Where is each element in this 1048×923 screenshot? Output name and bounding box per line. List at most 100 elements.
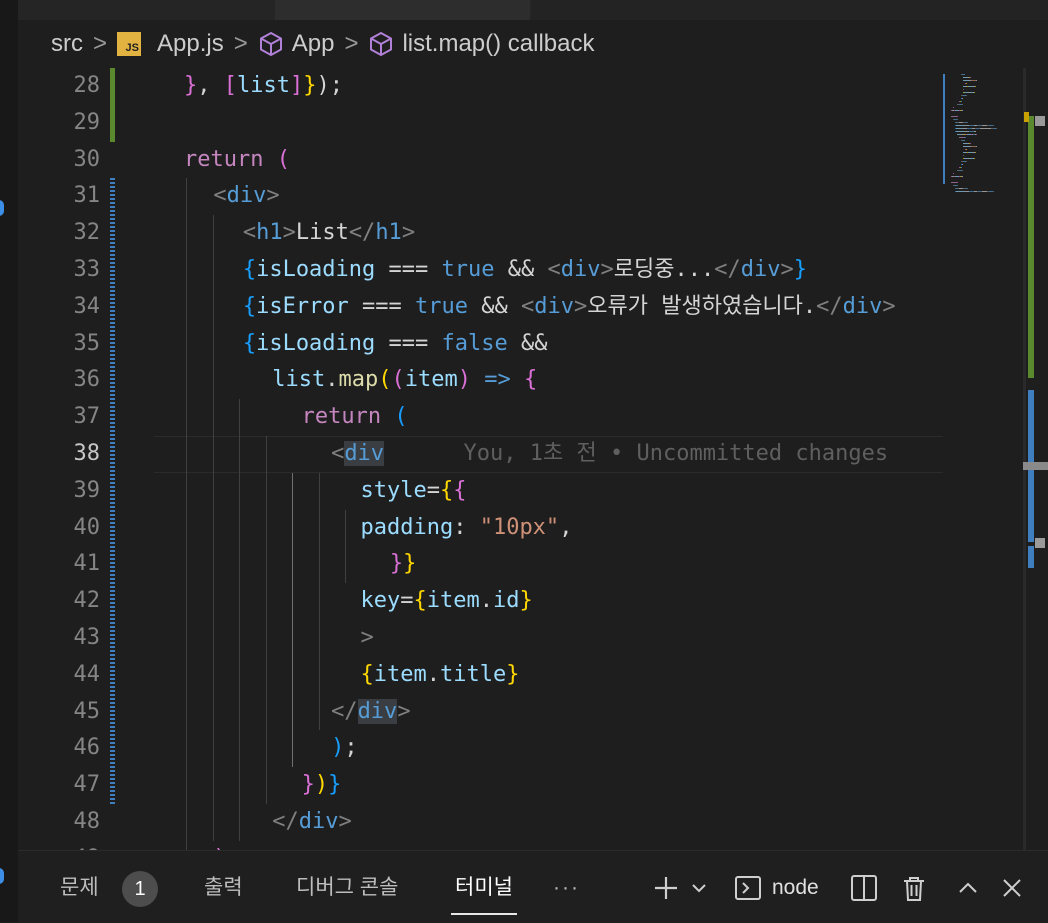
- code-token: ===: [388, 330, 442, 356]
- tab-terminal[interactable]: 터미널: [451, 873, 517, 915]
- chevron-right-icon: >: [93, 30, 108, 57]
- code-line[interactable]: 47})}: [18, 767, 943, 804]
- code-line[interactable]: 41}}: [18, 546, 943, 583]
- line-number: 37: [73, 404, 101, 430]
- line-number: 29: [73, 109, 101, 135]
- code-editor[interactable]: 28}, [list]}); 29 30 return (31 <div> 32 <h1>L…: [18, 68, 943, 850]
- code-token: <: [331, 441, 345, 466]
- code-token: .: [479, 588, 493, 614]
- code-token: list: [272, 367, 326, 393]
- minimap-token: [975, 152, 976, 153]
- tab-debug-console[interactable]: 디버그 콘솔: [296, 873, 398, 903]
- line-number: 30: [73, 146, 101, 172]
- code-token: key: [360, 588, 401, 614]
- code-line[interactable]: 39 style={{: [18, 473, 943, 510]
- chevron-down-icon[interactable]: [690, 873, 708, 903]
- code-line[interactable]: 29: [18, 105, 943, 142]
- terminal-name[interactable]: node: [772, 873, 819, 903]
- line-number: 35: [73, 330, 101, 356]
- code-text: padding: "10px",: [360, 510, 572, 547]
- javascript-file-icon: JS: [117, 32, 142, 56]
- code-token: ;: [344, 735, 358, 761]
- code-token: <: [242, 220, 257, 246]
- plus-icon[interactable]: [652, 873, 680, 903]
- line-number: 41: [73, 551, 101, 577]
- code-line[interactable]: 36 list.map((item) => {: [18, 362, 943, 399]
- code-text: list.map((item) => {: [272, 362, 537, 399]
- code-line[interactable]: 34 {isError === true && <div>오류가 발생하였습니다.…: [18, 289, 943, 326]
- code-token: =>: [484, 367, 511, 393]
- code-token: item: [426, 588, 480, 614]
- line-number: 28: [73, 73, 101, 98]
- split-icon[interactable]: [850, 873, 878, 903]
- breadcrumb-file[interactable]: JS App.js: [117, 30, 224, 58]
- code-token: {: [439, 477, 454, 503]
- breadcrumb-callback[interactable]: list.map() callback: [368, 30, 595, 58]
- vertical-scrollbar[interactable]: [1023, 68, 1048, 850]
- chevron-up-icon[interactable]: [956, 873, 980, 903]
- breadcrumb-component[interactable]: App: [258, 30, 334, 58]
- code-token: <: [213, 183, 227, 209]
- terminal-icon[interactable]: [734, 873, 762, 903]
- code-token: {: [413, 588, 427, 614]
- line-number: 32: [73, 220, 101, 246]
- minimap-token: [953, 107, 954, 108]
- code-token: (: [276, 146, 290, 172]
- code-token: ===: [362, 293, 416, 319]
- tab-output[interactable]: 출력: [204, 873, 243, 903]
- code-token: ): [331, 735, 345, 761]
- breadcrumb-file-label: App.js: [157, 30, 224, 57]
- trash-icon[interactable]: [900, 873, 928, 903]
- close-icon[interactable]: [1000, 873, 1024, 903]
- minimap-token: [956, 125, 965, 126]
- code-token: >: [600, 257, 614, 282]
- code-line[interactable]: 42 key={item.id}: [18, 583, 943, 620]
- code-token: :: [453, 514, 480, 540]
- code-token: >: [360, 625, 374, 650]
- code-token: true: [441, 257, 508, 282]
- code-token: h1: [256, 220, 283, 246]
- code-text: <div>: [213, 178, 279, 215]
- code-text: </div>: [272, 804, 352, 841]
- editor-tab[interactable]: [275, 0, 530, 20]
- code-token: >: [574, 293, 588, 319]
- code-line[interactable]: 37 return (: [18, 399, 943, 436]
- breadcrumb-folder[interactable]: src: [51, 30, 83, 58]
- more-tabs-button[interactable]: ···: [553, 873, 580, 903]
- code-line[interactable]: 38 <div You, 1초 전 • Uncommitted changes: [18, 436, 943, 473]
- code-line[interactable]: 43 >: [18, 620, 943, 657]
- code-line[interactable]: 48 </div>: [18, 804, 943, 841]
- activity-indicator: [0, 200, 4, 216]
- code-token: List: [295, 220, 349, 246]
- code-line[interactable]: 32 <h1>List</h1>: [18, 215, 943, 252]
- minimap-token: [962, 140, 965, 141]
- code-text: }}: [390, 546, 417, 583]
- minimap-token: [956, 128, 963, 129]
- line-number: 43: [73, 625, 101, 650]
- minimap[interactable]: [943, 68, 1023, 850]
- code-token: 오류가 발생하였습니다.: [587, 293, 817, 319]
- tab-problems[interactable]: 문제: [60, 873, 99, 903]
- code-line[interactable]: 33 {isLoading === true && <div>로딩중...</di…: [18, 252, 943, 289]
- code-line[interactable]: 44 {item.title}: [18, 657, 943, 694]
- code-token: item: [373, 661, 427, 687]
- line-number: 46: [73, 735, 101, 761]
- code-line[interactable]: 28}, [list]});: [18, 68, 943, 105]
- minimap-token: [953, 173, 954, 174]
- code-line[interactable]: 40 padding: "10px",: [18, 510, 943, 547]
- code-line[interactable]: 30 return (: [18, 142, 943, 179]
- code-token: >: [397, 698, 411, 724]
- code-text: style={{: [360, 473, 466, 510]
- code-token: >: [780, 257, 794, 282]
- minimap-git-marker: [943, 74, 945, 184]
- minimap-token: [976, 134, 977, 135]
- code-line[interactable]: 35 {isLoading === false &&: [18, 326, 943, 363]
- code-line[interactable]: 31 <div>: [18, 178, 943, 215]
- code-token: div: [226, 183, 267, 209]
- code-token: isLoading: [256, 257, 389, 282]
- code-line[interactable]: 45 </div>: [18, 694, 943, 731]
- code-token: ,: [197, 73, 224, 98]
- code-line[interactable]: 46);: [18, 730, 943, 767]
- code-line[interactable]: 49): [18, 841, 943, 850]
